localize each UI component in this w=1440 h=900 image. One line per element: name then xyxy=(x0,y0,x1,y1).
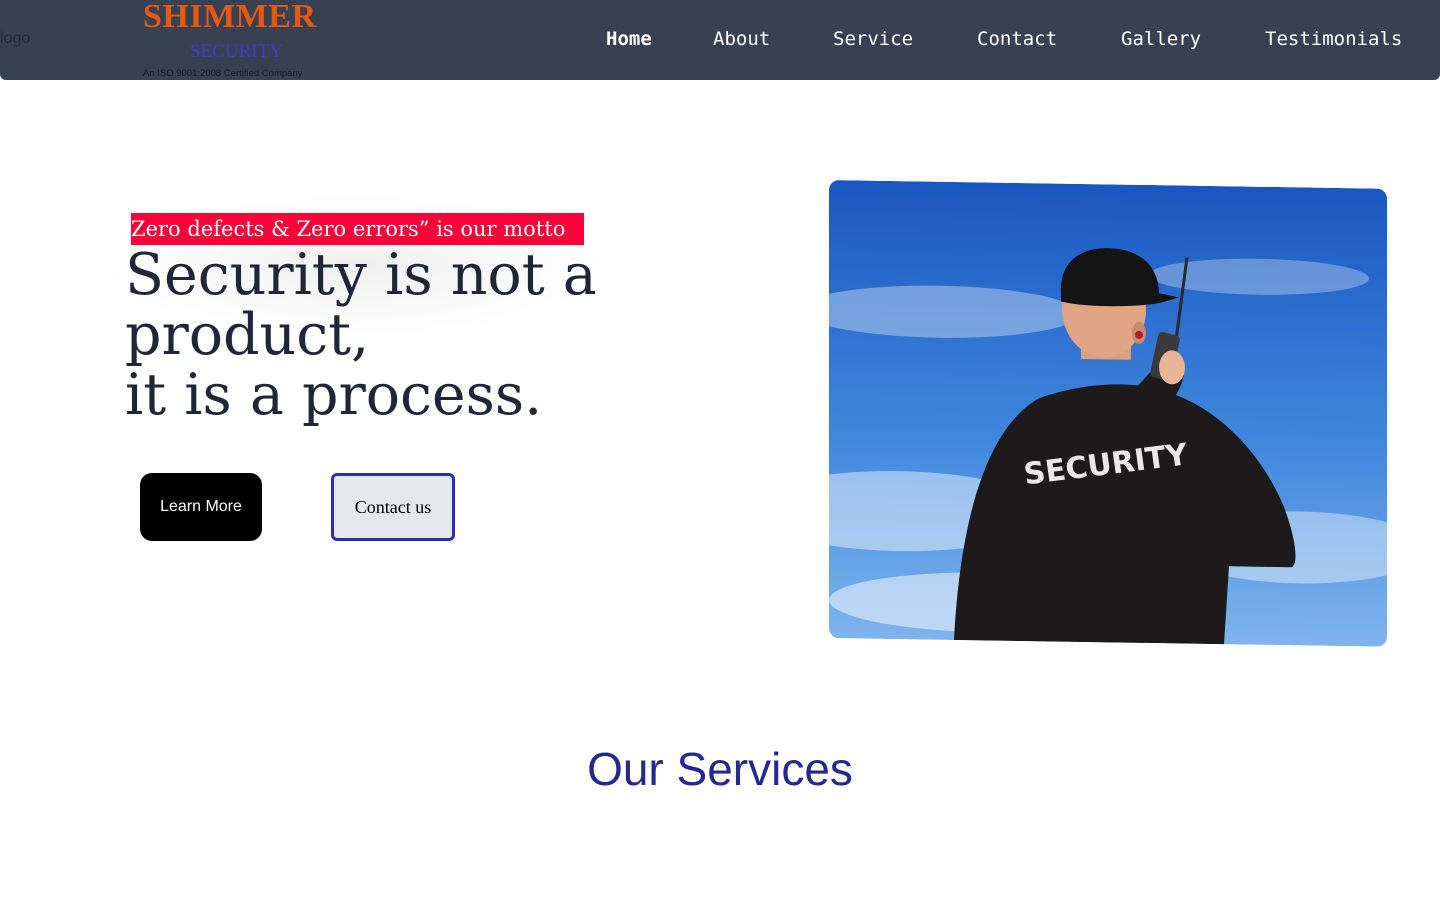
navbar: logo SHIMMER SECURITY An ISO 9001:2008 C… xyxy=(0,0,1440,80)
hero-headline: Security is not a product, it is a proce… xyxy=(125,245,597,425)
services-title: Our Services xyxy=(587,743,853,795)
nav-gallery[interactable]: Gallery xyxy=(1121,28,1201,50)
headline-line-3: it is a process. xyxy=(125,362,543,428)
learn-more-button[interactable]: Learn More xyxy=(140,473,262,541)
nav-testimonials[interactable]: Testimonials xyxy=(1265,28,1402,50)
brand-name: SHIMMER xyxy=(143,0,317,35)
nav-home[interactable]: Home xyxy=(606,28,652,50)
nav-about[interactable]: About xyxy=(713,28,770,50)
brand-certification: An ISO 9001:2008 Certified Company xyxy=(143,68,303,79)
headline-line-1: Security is not a xyxy=(125,242,597,308)
brand-subtitle: SECURITY xyxy=(190,41,283,62)
contact-us-button[interactable]: Contact us xyxy=(331,473,455,541)
security-guard-image: SECURITY xyxy=(829,180,1387,647)
logo-image[interactable]: logo xyxy=(0,30,30,48)
nav-service[interactable]: Service xyxy=(833,28,913,50)
headline-line-2: product, xyxy=(125,302,370,368)
motto-banner: Zero defects & Zero errors” is our motto xyxy=(131,213,584,245)
nav-contact[interactable]: Contact xyxy=(977,28,1057,50)
brand[interactable]: SHIMMER SECURITY An ISO 9001:2008 Certif… xyxy=(143,0,353,80)
